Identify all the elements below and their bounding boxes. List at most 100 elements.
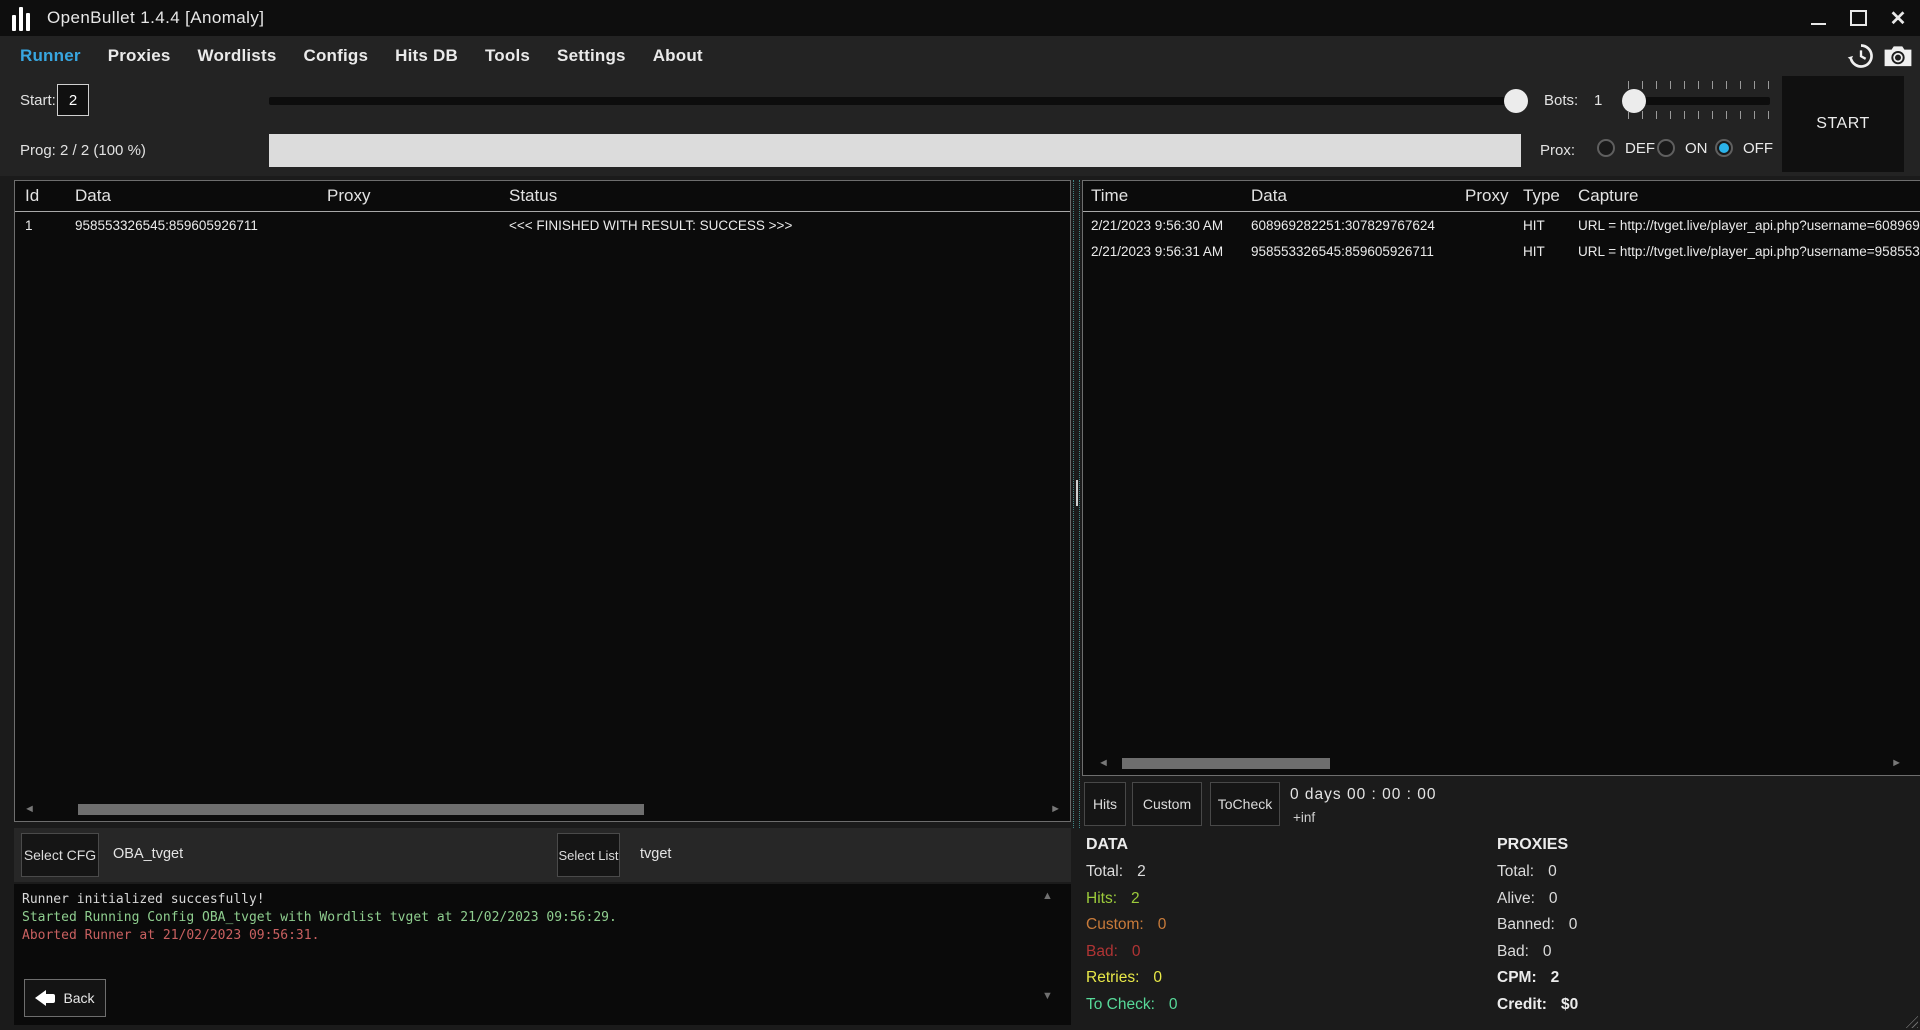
bots-slider-ticks-top <box>1628 81 1770 89</box>
col-status: Status <box>509 186 1070 206</box>
data-stats: DATA Total:2 Hits:2 Custom:0 Bad:0 Retri… <box>1086 836 1178 1022</box>
menu-item-configs[interactable]: Configs <box>303 46 368 66</box>
stat-cpm: CPM:2 <box>1497 969 1578 987</box>
radio-off-label: OFF <box>1743 140 1773 157</box>
proxies-stats: PROXIES Total:0 Alive:0 Banned:0 Bad:0 C… <box>1497 836 1578 1022</box>
col-data: Data <box>75 186 327 206</box>
radio-def-label: DEF <box>1625 140 1655 157</box>
titlebar: OpenBullet 1.4.4 [Anomaly] ✕ <box>0 0 1920 36</box>
panel-splitter[interactable] <box>1073 180 1080 828</box>
scroll-left-icon[interactable]: ◄ <box>1098 758 1109 769</box>
runner-toolbar: Start: 2 Bots: 1 START Prog: 2 / 2 (100 … <box>0 76 1920 176</box>
runner-log: Runner initialized succesfully! Started … <box>14 884 1071 1025</box>
stat-proxy-bad: Bad:0 <box>1497 943 1578 961</box>
menubar-icons <box>1845 41 1914 71</box>
back-arrow-icon <box>35 990 55 1006</box>
proxies-stats-title: PROXIES <box>1497 836 1578 854</box>
prox-radio-off[interactable]: OFF <box>1715 139 1773 157</box>
hits-table-row[interactable]: 2/21/2023 9:56:31 AM 958553326545:859605… <box>1083 238 1920 264</box>
bots-slider-ticks-bottom <box>1628 111 1770 119</box>
log-scroll-down-icon[interactable]: ▼ <box>1042 990 1053 1002</box>
radio-on-circle[interactable] <box>1657 139 1675 157</box>
menu-item-tools[interactable]: Tools <box>485 46 530 66</box>
cell-capture: URL = http://tvget.live/player_api.php?u… <box>1578 244 1920 259</box>
results-table-header: Id Data Proxy Status <box>15 181 1070 212</box>
stat-hits: Hits:2 <box>1086 890 1178 908</box>
stat-custom: Custom:0 <box>1086 916 1178 934</box>
stat-proxy-total: Total:0 <box>1497 863 1578 881</box>
back-button[interactable]: Back <box>24 979 106 1017</box>
col-capture: Capture <box>1578 186 1920 206</box>
menu-item-wordlists[interactable]: Wordlists <box>198 46 277 66</box>
screenshot-camera-icon[interactable] <box>1882 41 1914 71</box>
prox-label: Prox: <box>1540 142 1575 159</box>
select-list-button[interactable]: Select List <box>557 833 620 877</box>
stat-proxy-alive: Alive:0 <box>1497 890 1578 908</box>
col-proxy: Proxy <box>327 186 509 206</box>
start-button[interactable]: START <box>1782 76 1904 172</box>
bots-label: Bots: <box>1544 92 1578 109</box>
window-title: OpenBullet 1.4.4 [Anomaly] <box>47 8 264 28</box>
select-cfg-button[interactable]: Select CFG <box>21 833 99 877</box>
start-count-input[interactable]: 2 <box>57 84 89 116</box>
scroll-right-icon[interactable]: ► <box>1891 758 1902 769</box>
progress-bar <box>269 134 1521 167</box>
minimize-icon[interactable] <box>1804 4 1832 32</box>
scroll-right-icon[interactable]: ► <box>1050 804 1061 815</box>
elapsed-time: 0 days 00 : 00 : 00 <box>1290 786 1437 804</box>
cell-id: 1 <box>25 218 75 233</box>
col-type: Type <box>1523 186 1578 206</box>
cell-capture: URL = http://tvget.live/player_api.php?u… <box>1578 218 1920 233</box>
bots-value: 1 <box>1594 92 1602 109</box>
hits-table-panel: Time Data Proxy Type Capture 2/21/2023 9… <box>1082 180 1920 776</box>
selected-config-name: OBA_tvget <box>113 846 183 862</box>
menu-item-about[interactable]: About <box>653 46 703 66</box>
cell-time: 2/21/2023 9:56:31 AM <box>1091 244 1251 259</box>
tab-custom[interactable]: Custom <box>1132 782 1202 826</box>
hits-table-header: Time Data Proxy Type Capture <box>1083 181 1920 212</box>
log-scroll-up-icon[interactable]: ▲ <box>1042 890 1053 902</box>
radio-def-circle[interactable] <box>1597 139 1615 157</box>
results-table-panel: Id Data Proxy Status 1 958553326545:8596… <box>14 180 1071 822</box>
menu-item-settings[interactable]: Settings <box>557 46 626 66</box>
log-line: Runner initialized succesfully! <box>22 891 1071 909</box>
menu-item-proxies[interactable]: Proxies <box>108 46 171 66</box>
start-label: Start: <box>20 92 56 109</box>
menu-item-runner[interactable]: Runner <box>20 46 81 66</box>
menu-item-hitsdb[interactable]: Hits DB <box>395 46 458 66</box>
cell-data: 958553326545:859605926711 <box>1251 244 1465 259</box>
results-table-row[interactable]: 1 958553326545:859605926711 <<< FINISHED… <box>15 212 1070 238</box>
hits-hscrollbar[interactable]: ◄ ► <box>1086 756 1918 772</box>
maximize-icon[interactable] <box>1844 4 1872 32</box>
progress-fill <box>269 134 1521 167</box>
results-hscrollbar[interactable]: ◄ ► <box>18 802 1067 818</box>
scroll-left-icon[interactable]: ◄ <box>24 804 35 815</box>
prox-radio-on[interactable]: ON <box>1657 139 1708 157</box>
tab-hits[interactable]: Hits <box>1084 782 1126 826</box>
prox-radio-def[interactable]: DEF <box>1597 139 1655 157</box>
col-id: Id <box>25 186 75 206</box>
col-time: Time <box>1091 186 1251 206</box>
cell-data: 608969282251:307829767624 <box>1251 218 1465 233</box>
config-selection-bar: Select CFG OBA_tvget Select List tvget <box>14 828 1071 882</box>
scrollbar-thumb[interactable] <box>1122 758 1330 769</box>
eta-time: +inf <box>1293 810 1315 825</box>
log-line: Aborted Runner at 21/02/2023 09:56:31. <box>22 927 1071 945</box>
scrollbar-thumb[interactable] <box>78 804 644 815</box>
radio-off-circle[interactable] <box>1715 139 1733 157</box>
radio-on-label: ON <box>1685 140 1708 157</box>
cell-type: HIT <box>1523 244 1578 259</box>
hits-table-row[interactable]: 2/21/2023 9:56:30 AM 608969282251:307829… <box>1083 212 1920 238</box>
start-slider-thumb[interactable] <box>1504 89 1528 113</box>
back-label: Back <box>63 990 94 1006</box>
stat-tocheck: To Check:0 <box>1086 996 1178 1014</box>
stat-proxy-banned: Banned:0 <box>1497 916 1578 934</box>
start-slider-track[interactable] <box>269 97 1516 105</box>
openbullet-window: OpenBullet 1.4.4 [Anomaly] ✕ Runner Prox… <box>0 0 1920 1030</box>
window-resize-grip[interactable] <box>1904 1014 1918 1028</box>
bots-slider-thumb[interactable] <box>1622 89 1646 113</box>
col-data: Data <box>1251 186 1465 206</box>
close-icon[interactable]: ✕ <box>1884 4 1912 32</box>
tab-tocheck[interactable]: ToCheck <box>1210 782 1280 826</box>
history-clock-icon[interactable] <box>1845 41 1877 71</box>
